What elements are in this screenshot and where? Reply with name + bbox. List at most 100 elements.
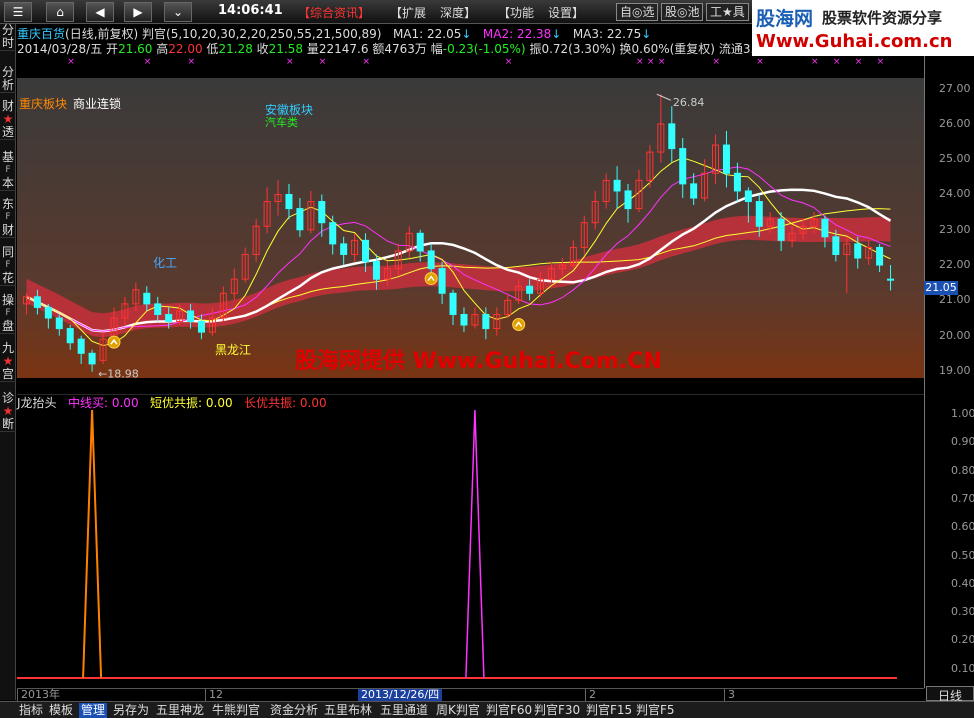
candle-body [318,201,326,224]
y-tick-indicator: 0.30 [951,605,974,619]
event-marker-icon[interactable]: × [363,57,371,67]
side-nav-item[interactable]: 东F财 [0,198,16,238]
event-marker-icon[interactable]: × [756,57,764,67]
brand-url: Www.Guhai.com.cn [756,31,953,52]
y-tick-indicator: 0.90 [951,435,974,449]
tab-item[interactable]: 牛熊判官 [210,703,262,718]
price-chart[interactable]: 重庆板块 商业连锁 安徽板块汽车类化工黑龙江26.84←18.98× × × × × × × × ×… [17,56,924,386]
watermark: 股海网提供 Www.Guhai.Com.CN [295,348,662,374]
candle-body [690,183,698,199]
y-tick-indicator: 0.40 [951,576,974,590]
side-nav-item[interactable]: 同F花 [0,246,16,286]
side-nav-item[interactable]: 分析 [0,66,16,93]
ma3-label: MA3: 22.75 [572,27,642,40]
tab-item[interactable]: 五里通道 [378,703,430,718]
event-marker-icon[interactable]: × [144,57,152,67]
candle-body [285,193,293,210]
side-nav-item[interactable]: 财 ★ 透 [0,100,16,140]
candle-body [416,232,424,252]
side-nav-bottom: 透 [1,125,14,139]
watchlist-button[interactable]: 自◎选 [616,3,659,21]
event-marker-icon[interactable]: × [319,57,327,67]
date-tick-year: 2013年 [17,689,60,701]
side-nav-item[interactable]: 诊 ★ 断 [0,392,16,432]
event-marker-icon[interactable]: × [647,57,655,67]
side-nav-item[interactable]: 分时 [0,24,16,51]
back-icon[interactable]: ◀ [86,2,114,22]
menu-depth[interactable]: 深度】 [440,4,476,21]
menu-extend[interactable]: 【扩展 [390,4,426,21]
low-mark-label: ←18.98 [98,368,139,381]
candle-body [438,268,446,294]
side-nav-item[interactable]: 九 ★ 宫 [0,342,16,382]
candle-body [722,144,730,174]
candle-body [197,321,205,333]
date-tick-2: 2 [585,689,596,701]
tab-item[interactable]: 五里布林 [322,703,374,718]
period-selector[interactable]: 日线 [926,686,974,703]
event-marker-icon[interactable]: × [286,57,294,67]
event-marker-icon[interactable]: × [877,57,885,67]
date-tick-12: 12 [205,689,223,701]
amplitude-label: 振 [529,42,542,55]
tab-item[interactable]: 模板 [47,703,75,718]
tab-item[interactable]: 判官F60 [484,703,534,718]
tab-item[interactable]: 管理 [79,703,108,718]
indicator-name[interactable]: J龙抬头 [17,396,57,410]
menu-news[interactable]: 【综合资讯】 [298,4,370,21]
change-value: -0.23(-1.05%) [442,42,526,55]
stock-name[interactable]: 重庆百货 [17,27,65,40]
forward-icon[interactable]: ▶ [124,2,152,22]
amount-value: 4763万 [384,42,427,55]
menu-function[interactable]: 【功能 [498,4,534,21]
sector-label-2: 商业连锁 [73,96,121,111]
tab-item[interactable]: 五里神龙 [154,703,206,718]
side-nav-top: 基 [1,150,14,164]
candle-body [33,296,41,308]
tab-item[interactable]: 判官F15 [584,703,634,718]
event-marker-icon[interactable]: × [811,57,819,67]
indicator-spike [465,409,485,679]
side-nav-item[interactable]: 操F盘 [0,294,16,334]
candle-body [526,285,534,294]
tab-item[interactable]: 判官F5 [634,703,677,718]
low-value: 21.28 [218,42,253,55]
candle-body [296,208,304,231]
indicator-spike [82,409,103,679]
stock-pool-button[interactable]: 股◎池 [661,3,704,21]
indicator-chart[interactable] [17,394,924,688]
high-label: 高 [156,42,169,55]
side-nav-bottom: 析 [1,78,14,92]
tab-item[interactable]: 另存为 [111,703,151,718]
event-marker-icon[interactable]: × [658,57,666,67]
side-nav-top: 同 [1,245,14,259]
tab-item[interactable]: 周K判官 [434,703,482,718]
y-tick-price: 19.00 [939,363,971,377]
menu-icon[interactable]: ☰ [4,2,32,22]
indicator-line2: 短优共振: 0.00 [150,396,233,410]
side-nav: 分时分析财 ★ 透基 F 本东 F 财同 F 花操 F 盘九 ★ 宫诊 ★ 断 [0,24,16,700]
tab-item[interactable]: 判官F30 [532,703,582,718]
home-icon[interactable]: ⌂ [46,2,74,22]
side-nav-item[interactable]: 基F本 [0,151,16,191]
candle-body [624,190,632,210]
open-label: 开 [106,42,119,55]
candle-body [887,278,895,281]
event-marker-icon[interactable]: × [855,57,863,67]
menu-settings[interactable]: 设置】 [548,4,584,21]
candle-body [55,317,63,330]
tab-item[interactable]: 指标 [17,703,45,718]
event-marker-icon[interactable]: × [505,57,513,67]
event-marker-icon[interactable]: × [713,57,721,67]
event-marker-icon[interactable]: × [636,57,644,67]
event-marker-icon[interactable]: × [833,57,841,67]
y-tick-indicator: 0.50 [951,548,974,562]
candle-body [876,246,884,266]
candle-body [88,352,96,365]
collapse-down-icon[interactable]: ⌄ [164,2,192,22]
tab-item[interactable]: 资金分析 [268,703,320,718]
event-marker-icon[interactable]: × [188,57,196,67]
event-marker-icon[interactable]: × [67,57,75,67]
tools-button[interactable]: 工★具 [706,3,749,21]
candle-body [460,313,468,326]
